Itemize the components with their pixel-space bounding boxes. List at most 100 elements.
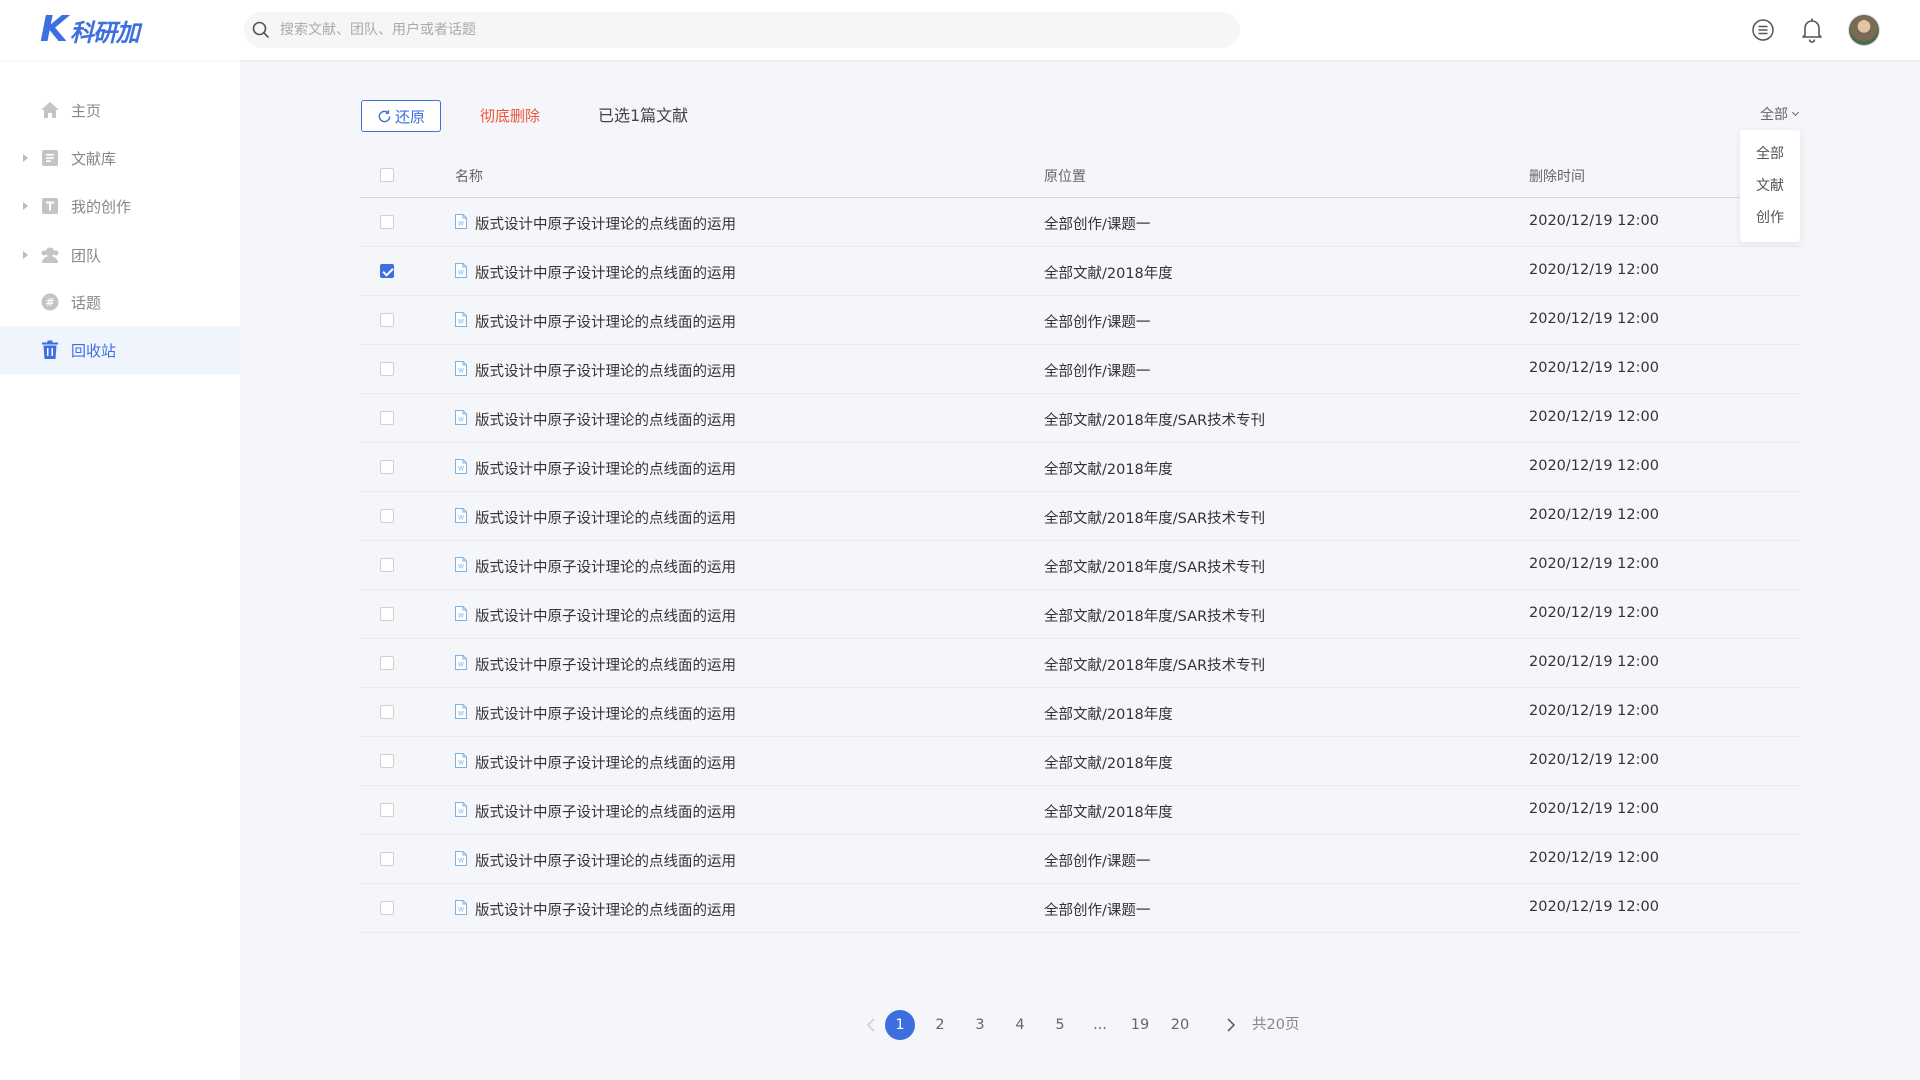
row-checkbox[interactable] [380, 264, 394, 278]
table-row[interactable]: W 版式设计中原子设计理论的点线面的运用 全部文献/2018年度 2020/12/19… [360, 247, 1800, 296]
row-checkbox[interactable] [380, 313, 394, 327]
row-checkbox[interactable] [380, 901, 394, 915]
word-doc-icon: W [455, 459, 467, 474]
row-time: 2020/12/19 12:00 [1529, 507, 1659, 523]
row-name[interactable]: 版式设计中原子设计理论的点线面的运用 [475, 507, 736, 528]
sidebar-item-team[interactable]: 团队 [0, 231, 240, 279]
top-header: K 科研加 [0, 0, 1920, 60]
filter-option-literature[interactable]: 文献 [1740, 170, 1800, 202]
filter-option-creation[interactable]: 创作 [1740, 202, 1800, 234]
word-doc-icon: W [455, 214, 467, 229]
user-avatar[interactable] [1848, 14, 1880, 46]
expand-arrow-icon[interactable] [23, 154, 28, 162]
row-time: 2020/12/19 12:00 [1529, 801, 1659, 817]
table-row[interactable]: W 版式设计中原子设计理论的点线面的运用 全部文献/2018年度 2020/12/19… [360, 786, 1800, 835]
row-name[interactable]: 版式设计中原子设计理论的点线面的运用 [475, 850, 736, 871]
row-name[interactable]: 版式设计中原子设计理论的点线面的运用 [475, 311, 736, 332]
table-row[interactable]: W 版式设计中原子设计理论的点线面的运用 全部文献/2018年度/SAR技术专刊 20… [360, 492, 1800, 541]
page-button-5[interactable]: 5 [1045, 1010, 1075, 1040]
row-time: 2020/12/19 12:00 [1529, 409, 1659, 425]
table-row[interactable]: W 版式设计中原子设计理论的点线面的运用 全部文献/2018年度/SAR技术专刊 20… [360, 541, 1800, 590]
row-location: 全部创作/课题一 [1044, 217, 1151, 233]
sidebar-item-label: 主页 [71, 101, 102, 120]
row-name[interactable]: 版式设计中原子设计理论的点线面的运用 [475, 605, 736, 626]
sidebar-item-trash[interactable]: 回收站 [0, 326, 240, 374]
row-checkbox[interactable] [380, 607, 394, 621]
row-checkbox[interactable] [380, 754, 394, 768]
svg-text:W: W [458, 564, 464, 571]
bell-icon[interactable] [1798, 16, 1826, 44]
row-name[interactable]: 版式设计中原子设计理论的点线面的运用 [475, 703, 736, 724]
row-checkbox[interactable] [380, 558, 394, 572]
row-checkbox[interactable] [380, 460, 394, 474]
row-checkbox[interactable] [380, 215, 394, 229]
prev-page-button[interactable] [862, 1010, 880, 1040]
row-checkbox[interactable] [380, 705, 394, 719]
library-icon [40, 148, 60, 168]
table-row[interactable]: W 版式设计中原子设计理论的点线面的运用 全部创作/课题一 2020/12/19 12… [360, 884, 1800, 933]
row-checkbox[interactable] [380, 803, 394, 817]
logo-text: 科研加 [69, 18, 140, 47]
restore-button[interactable]: 还原 [361, 100, 441, 132]
row-time: 2020/12/19 12:00 [1529, 556, 1659, 572]
menu-list-icon[interactable] [1749, 16, 1777, 44]
row-name[interactable]: 版式设计中原子设计理论的点线面的运用 [475, 262, 736, 283]
refresh-icon [378, 109, 391, 122]
row-name[interactable]: 版式设计中原子设计理论的点线面的运用 [475, 899, 736, 920]
table-row[interactable]: W 版式设计中原子设计理论的点线面的运用 全部文献/2018年度/SAR技术专刊 20… [360, 590, 1800, 639]
row-name[interactable]: 版式设计中原子设计理论的点线面的运用 [475, 654, 736, 675]
sidebar-item-creation[interactable]: 我的创作 [0, 182, 240, 230]
row-checkbox[interactable] [380, 411, 394, 425]
table-row[interactable]: W 版式设计中原子设计理论的点线面的运用 全部创作/课题一 2020/12/19 12… [360, 345, 1800, 394]
table-row[interactable]: W 版式设计中原子设计理论的点线面的运用 全部创作/课题一 2020/12/19 12… [360, 835, 1800, 884]
page-button-20[interactable]: 20 [1165, 1010, 1195, 1040]
table-row[interactable]: W 版式设计中原子设计理论的点线面的运用 全部文献/2018年度/SAR技术专刊 20… [360, 639, 1800, 688]
page-button-4[interactable]: 4 [1005, 1010, 1035, 1040]
search-input[interactable] [280, 22, 1180, 38]
word-doc-icon: W [455, 606, 467, 621]
table-row[interactable]: W 版式设计中原子设计理论的点线面的运用 全部创作/课题一 2020/12/19 12… [360, 198, 1800, 247]
row-checkbox[interactable] [380, 362, 394, 376]
expand-arrow-icon[interactable] [23, 202, 28, 210]
table-row[interactable]: W 版式设计中原子设计理论的点线面的运用 全部创作/课题一 2020/12/19 12… [360, 296, 1800, 345]
expand-arrow-icon[interactable] [23, 251, 28, 259]
row-name[interactable]: 版式设计中原子设计理论的点线面的运用 [475, 409, 736, 430]
word-doc-icon: W [455, 508, 467, 523]
select-all-checkbox[interactable] [380, 168, 394, 182]
row-checkbox[interactable] [380, 509, 394, 523]
table-row[interactable]: W 版式设计中原子设计理论的点线面的运用 全部文献/2018年度 2020/12/19… [360, 737, 1800, 786]
page-button-1[interactable]: 1 [885, 1010, 915, 1040]
table-row[interactable]: W 版式设计中原子设计理论的点线面的运用 全部文献/2018年度 2020/12/19… [360, 688, 1800, 737]
pagination: 1 2 3 4 5... 19 20 共20页 [360, 1005, 1800, 1045]
svg-text:W: W [458, 613, 464, 620]
row-time: 2020/12/19 12:00 [1529, 458, 1659, 474]
row-name[interactable]: 版式设计中原子设计理论的点线面的运用 [475, 360, 736, 381]
svg-text:W: W [458, 221, 464, 228]
row-checkbox[interactable] [380, 852, 394, 866]
sidebar-item-label: 团队 [71, 246, 102, 265]
permanent-delete-button[interactable]: 彻底删除 [480, 100, 540, 132]
chevron-right-icon [1227, 1018, 1236, 1032]
sidebar-item-library[interactable]: 文献库 [0, 134, 240, 182]
row-name[interactable]: 版式设计中原子设计理论的点线面的运用 [475, 213, 736, 234]
next-page-button[interactable] [1222, 1010, 1240, 1040]
svg-text:W: W [458, 809, 464, 816]
row-name[interactable]: 版式设计中原子设计理论的点线面的运用 [475, 801, 736, 822]
row-name[interactable]: 版式设计中原子设计理论的点线面的运用 [475, 458, 736, 479]
sidebar-item-topic[interactable]: # 话题 [0, 278, 240, 326]
table-row[interactable]: W 版式设计中原子设计理论的点线面的运用 全部文献/2018年度 2020/12/19… [360, 443, 1800, 492]
sidebar-item-home[interactable]: 主页 [0, 86, 240, 134]
filter-dropdown-toggle[interactable]: 全部 [1760, 102, 1800, 126]
filter-option-all[interactable]: 全部 [1740, 138, 1800, 170]
search-bar[interactable] [244, 12, 1240, 48]
page-button-19[interactable]: 19 [1125, 1010, 1155, 1040]
table-row[interactable]: W 版式设计中原子设计理论的点线面的运用 全部文献/2018年度/SAR技术专刊 20… [360, 394, 1800, 443]
row-checkbox[interactable] [380, 656, 394, 670]
page-button-3[interactable]: 3 [965, 1010, 995, 1040]
app-logo[interactable]: K 科研加 [40, 12, 140, 48]
row-name[interactable]: 版式设计中原子设计理论的点线面的运用 [475, 556, 736, 577]
restore-label: 还原 [394, 107, 425, 126]
row-name[interactable]: 版式设计中原子设计理论的点线面的运用 [475, 752, 736, 773]
page-button-2[interactable]: 2 [925, 1010, 955, 1040]
chevron-left-icon [866, 1018, 875, 1032]
